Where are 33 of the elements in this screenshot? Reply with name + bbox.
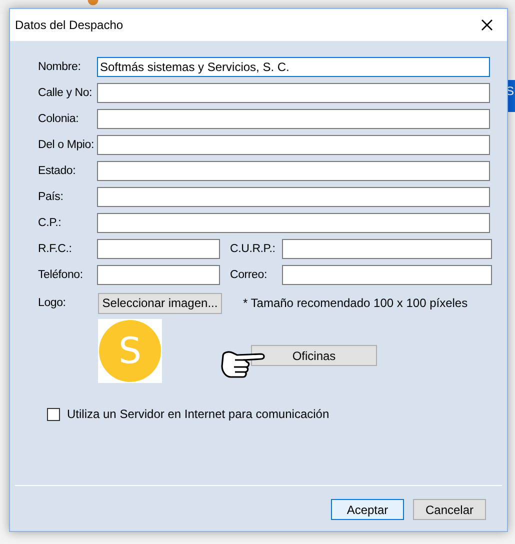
text-field[interactable]	[97, 239, 220, 259]
field-label: Logo:	[38, 297, 67, 309]
text-field[interactable]	[97, 135, 490, 155]
offices-button[interactable]: Oficinas	[251, 345, 377, 366]
logo-image: S	[98, 319, 162, 383]
text-field[interactable]	[97, 265, 220, 285]
text-field[interactable]	[97, 109, 490, 129]
size-note: * Tamaño recomendado 100 x 100 píxeles	[243, 296, 468, 310]
field-label: Correo:	[230, 269, 268, 281]
text-field[interactable]: Softmás sistemas y Servicios, S. C.	[97, 57, 490, 77]
checkbox[interactable]	[47, 408, 60, 420]
select-image-button[interactable]: Seleccionar imagen...	[98, 292, 222, 314]
window-title: Datos del Despacho	[15, 18, 124, 32]
text-field[interactable]	[97, 161, 490, 181]
field-label: Estado:	[38, 165, 77, 177]
field-label: Teléfono:	[38, 269, 84, 281]
field-label: Del o Mpio:	[38, 139, 95, 151]
checkbox-label: Utiliza un Servidor en Internet para comunicación	[67, 407, 330, 421]
field-label: Colonia:	[38, 113, 80, 125]
text-field[interactable]	[282, 265, 492, 285]
field-label: C.P.:	[38, 217, 62, 229]
text-field[interactable]	[97, 83, 490, 103]
close-icon[interactable]	[481, 19, 493, 31]
field-label: R.F.C.:	[38, 243, 73, 255]
text-field[interactable]	[97, 213, 490, 233]
field-label: Nombre:	[38, 61, 82, 73]
cancel-button[interactable]: Cancelar	[413, 499, 486, 520]
text-field[interactable]	[97, 187, 490, 207]
field-label: C.U.R.P.:	[230, 243, 276, 255]
field-label: País:	[38, 191, 64, 203]
accept-button[interactable]: Aceptar	[331, 499, 404, 520]
text-field[interactable]	[282, 239, 492, 259]
field-label: Calle y No:	[38, 87, 94, 99]
